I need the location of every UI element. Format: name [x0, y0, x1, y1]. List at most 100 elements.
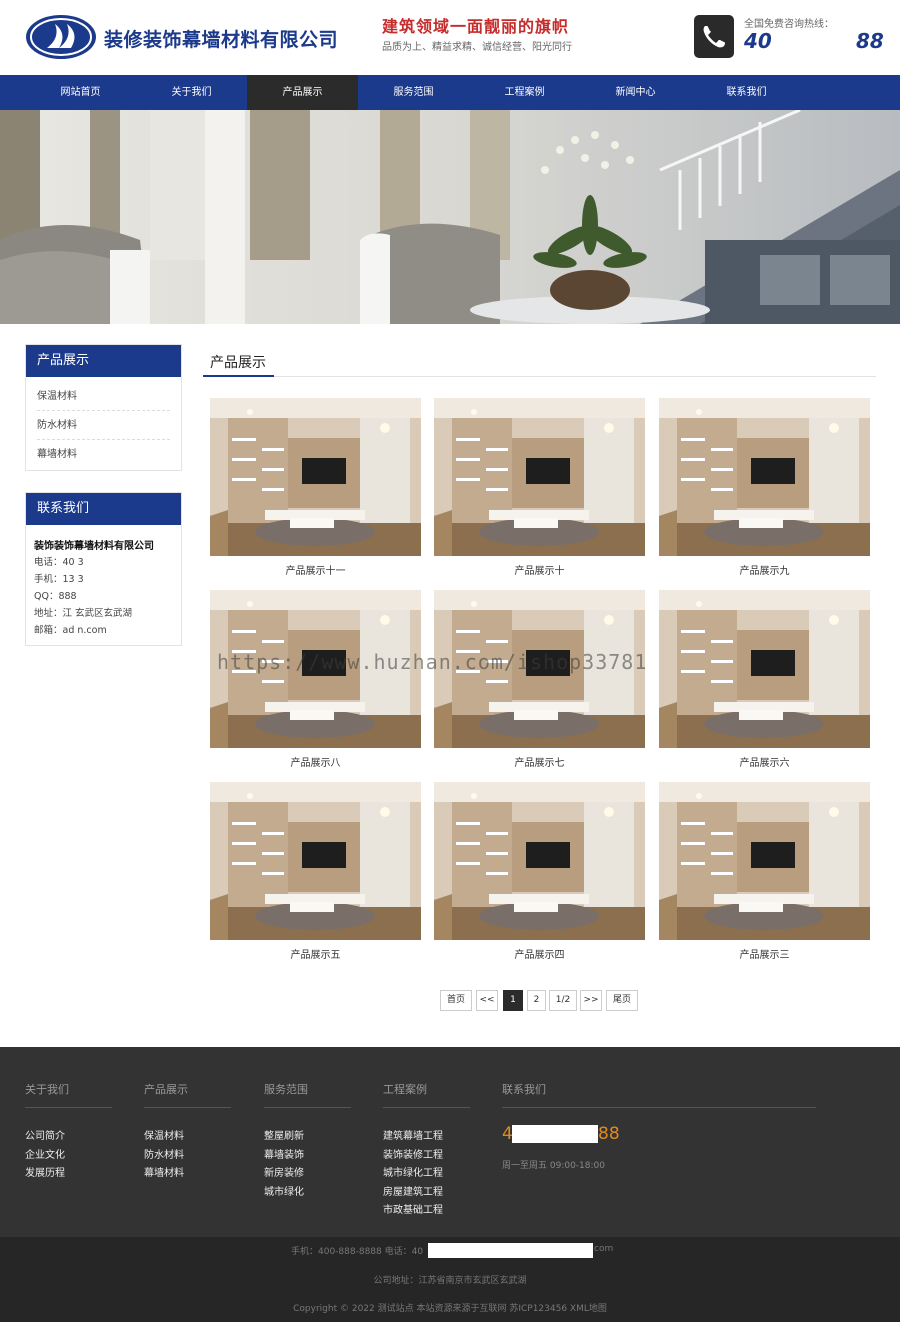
footer-col-services: 服务范围 整屋刷新 幕墙装饰 新房装修 城市绿化	[264, 1080, 351, 1202]
footer-link[interactable]: 城市绿化工程	[383, 1165, 470, 1184]
product-card[interactable]: 产品展示七	[434, 590, 645, 769]
product-card[interactable]: 产品展示三	[659, 782, 870, 961]
product-card[interactable]: 产品展示六	[659, 590, 870, 769]
sidebar-contact: 联系我们 装饰装饰幕墙材料有限公司 电话：40 3 手机：13 3 QQ：888…	[25, 492, 182, 646]
hotline-number-start: 40	[744, 29, 772, 53]
footer-col-about: 关于我们 公司简介 企业文化 发展历程	[25, 1080, 112, 1184]
hero-banner	[0, 110, 900, 324]
hotline-label: 全国免费咨询热线：	[744, 19, 834, 30]
redaction-block	[512, 1125, 598, 1143]
pager-info: 1/2	[549, 990, 577, 1011]
footer-link[interactable]: 房屋建筑工程	[383, 1184, 470, 1203]
nav-about[interactable]: 关于我们	[136, 75, 247, 110]
bottom-copyright[interactable]: Copyright © 2022 测试站点 本站资源来源于互联网 苏ICP123…	[0, 1301, 900, 1314]
product-name[interactable]: 产品展示八	[210, 754, 421, 769]
bottom-contact-start: 手机：400-888-8888 电话：40	[291, 1247, 424, 1257]
contact-phone: 电话：40 3	[34, 557, 84, 568]
redaction-block	[428, 1243, 593, 1258]
slogan: 建筑领域一面靓丽的旗帜	[382, 17, 570, 36]
footer-col-title: 联系我们	[502, 1080, 816, 1108]
product-name[interactable]: 产品展示六	[659, 754, 870, 769]
sidebar-contact-title: 联系我们	[26, 493, 181, 525]
footer-phone-end: 88	[598, 1124, 620, 1144]
nav-products[interactable]: 产品展示	[247, 75, 358, 110]
bottom-contact-end: com	[594, 1244, 614, 1254]
pager-last[interactable]: 尾页	[606, 990, 638, 1011]
pager-first[interactable]: 首页	[440, 990, 472, 1011]
footer-link[interactable]: 幕墙装饰	[264, 1147, 351, 1166]
product-card[interactable]: 产品展示十一	[210, 398, 421, 577]
pager-prev[interactable]: <<	[476, 990, 498, 1011]
pager-page-2[interactable]: 2	[527, 990, 546, 1011]
product-name[interactable]: 产品展示九	[659, 562, 870, 577]
contact-email: 邮箱：ad n.com	[34, 625, 107, 636]
product-name[interactable]: 产品展示四	[434, 946, 645, 961]
footer-link[interactable]: 装饰装修工程	[383, 1147, 470, 1166]
footer-col-contact: 联系我们	[502, 1080, 816, 1108]
sidebar-link-insulation[interactable]: 保温材料	[37, 382, 170, 411]
nav-news[interactable]: 新闻中心	[580, 75, 691, 110]
nav-contact[interactable]: 联系我们	[691, 75, 802, 110]
company-name: 装修装饰幕墙材料有限公司	[104, 29, 339, 51]
phone-icon	[694, 15, 734, 58]
watermark-text: https://www.huzhan.com/ishop33781	[217, 650, 648, 674]
product-image[interactable]	[210, 782, 421, 940]
product-card[interactable]: 产品展示九	[659, 398, 870, 577]
product-card[interactable]: 产品展示四	[434, 782, 645, 961]
title-accent	[203, 375, 274, 377]
footer-col-cases: 工程案例 建筑幕墙工程 装饰装修工程 城市绿化工程 房屋建筑工程 市政基础工程	[383, 1080, 470, 1221]
product-image[interactable]	[434, 782, 645, 940]
product-image[interactable]	[434, 398, 645, 556]
sidebar-link-curtain-wall[interactable]: 幕墙材料	[37, 440, 170, 469]
contact-company: 装饰装饰幕墙材料有限公司	[34, 541, 154, 552]
footer-link[interactable]: 公司简介	[25, 1128, 112, 1147]
sidebar-products-title: 产品展示	[26, 345, 181, 377]
pager-page-1[interactable]: 1	[503, 990, 523, 1011]
banner-image	[0, 110, 900, 324]
product-card[interactable]: 产品展示八	[210, 590, 421, 769]
footer-link[interactable]: 建筑幕墙工程	[383, 1128, 470, 1147]
footer-link[interactable]: 市政基础工程	[383, 1202, 470, 1221]
bottom-address: 公司地址：江苏省南京市玄武区玄武湖	[373, 1276, 527, 1286]
footer-link[interactable]: 幕墙材料	[144, 1165, 231, 1184]
footer-link[interactable]: 防水材料	[144, 1147, 231, 1166]
footer-link[interactable]: 发展历程	[25, 1165, 112, 1184]
company-logo[interactable]	[25, 14, 97, 60]
product-name[interactable]: 产品展示三	[659, 946, 870, 961]
footer-col-products: 产品展示 保温材料 防水材料 幕墙材料	[144, 1080, 231, 1184]
footer-col-title: 服务范围	[264, 1080, 351, 1108]
product-image[interactable]	[210, 398, 421, 556]
sidebar-products: 产品展示 保温材料 防水材料 幕墙材料	[25, 344, 182, 471]
nav-home[interactable]: 网站首页	[25, 75, 136, 110]
contact-qq: QQ：888	[34, 591, 77, 602]
page-title: 产品展示	[210, 355, 266, 371]
footer-link[interactable]: 整屋刷新	[264, 1128, 351, 1147]
contact-mobile: 手机：13 3	[34, 574, 84, 585]
nav-services[interactable]: 服务范围	[358, 75, 469, 110]
footer-link[interactable]: 保温材料	[144, 1128, 231, 1147]
footer-col-title: 产品展示	[144, 1080, 231, 1108]
product-name[interactable]: 产品展示十一	[210, 562, 421, 577]
footer-link[interactable]: 企业文化	[25, 1147, 112, 1166]
product-name[interactable]: 产品展示五	[210, 946, 421, 961]
product-image[interactable]	[659, 590, 870, 748]
product-card[interactable]: 产品展示十	[434, 398, 645, 577]
footer-link[interactable]: 新房装修	[264, 1165, 351, 1184]
footer-link[interactable]: 城市绿化	[264, 1184, 351, 1203]
site-header: 装修装饰幕墙材料有限公司 建筑领域一面靓丽的旗帜 品质为上、精益求精、诚信经营、…	[0, 0, 900, 75]
sub-slogan: 品质为上、精益求精、诚信经营、阳光同行	[382, 42, 572, 53]
product-card[interactable]: 产品展示五	[210, 782, 421, 961]
nav-cases[interactable]: 工程案例	[469, 75, 580, 110]
product-name[interactable]: 产品展示七	[434, 754, 645, 769]
footer-col-title: 关于我们	[25, 1080, 112, 1108]
footer-col-title: 工程案例	[383, 1080, 470, 1108]
sidebar-link-waterproof[interactable]: 防水材料	[37, 411, 170, 440]
footer-hours: 周一至周五 09:00-18:00	[502, 1161, 605, 1171]
product-image[interactable]	[659, 782, 870, 940]
product-name[interactable]: 产品展示十	[434, 562, 645, 577]
title-divider	[203, 376, 876, 377]
contact-address: 地址：江 玄武区玄武湖	[34, 608, 133, 619]
pager-next[interactable]: >>	[580, 990, 602, 1011]
product-image[interactable]	[659, 398, 870, 556]
main-nav: 网站首页 关于我们 产品展示 服务范围 工程案例 新闻中心 联系我们	[0, 75, 900, 110]
